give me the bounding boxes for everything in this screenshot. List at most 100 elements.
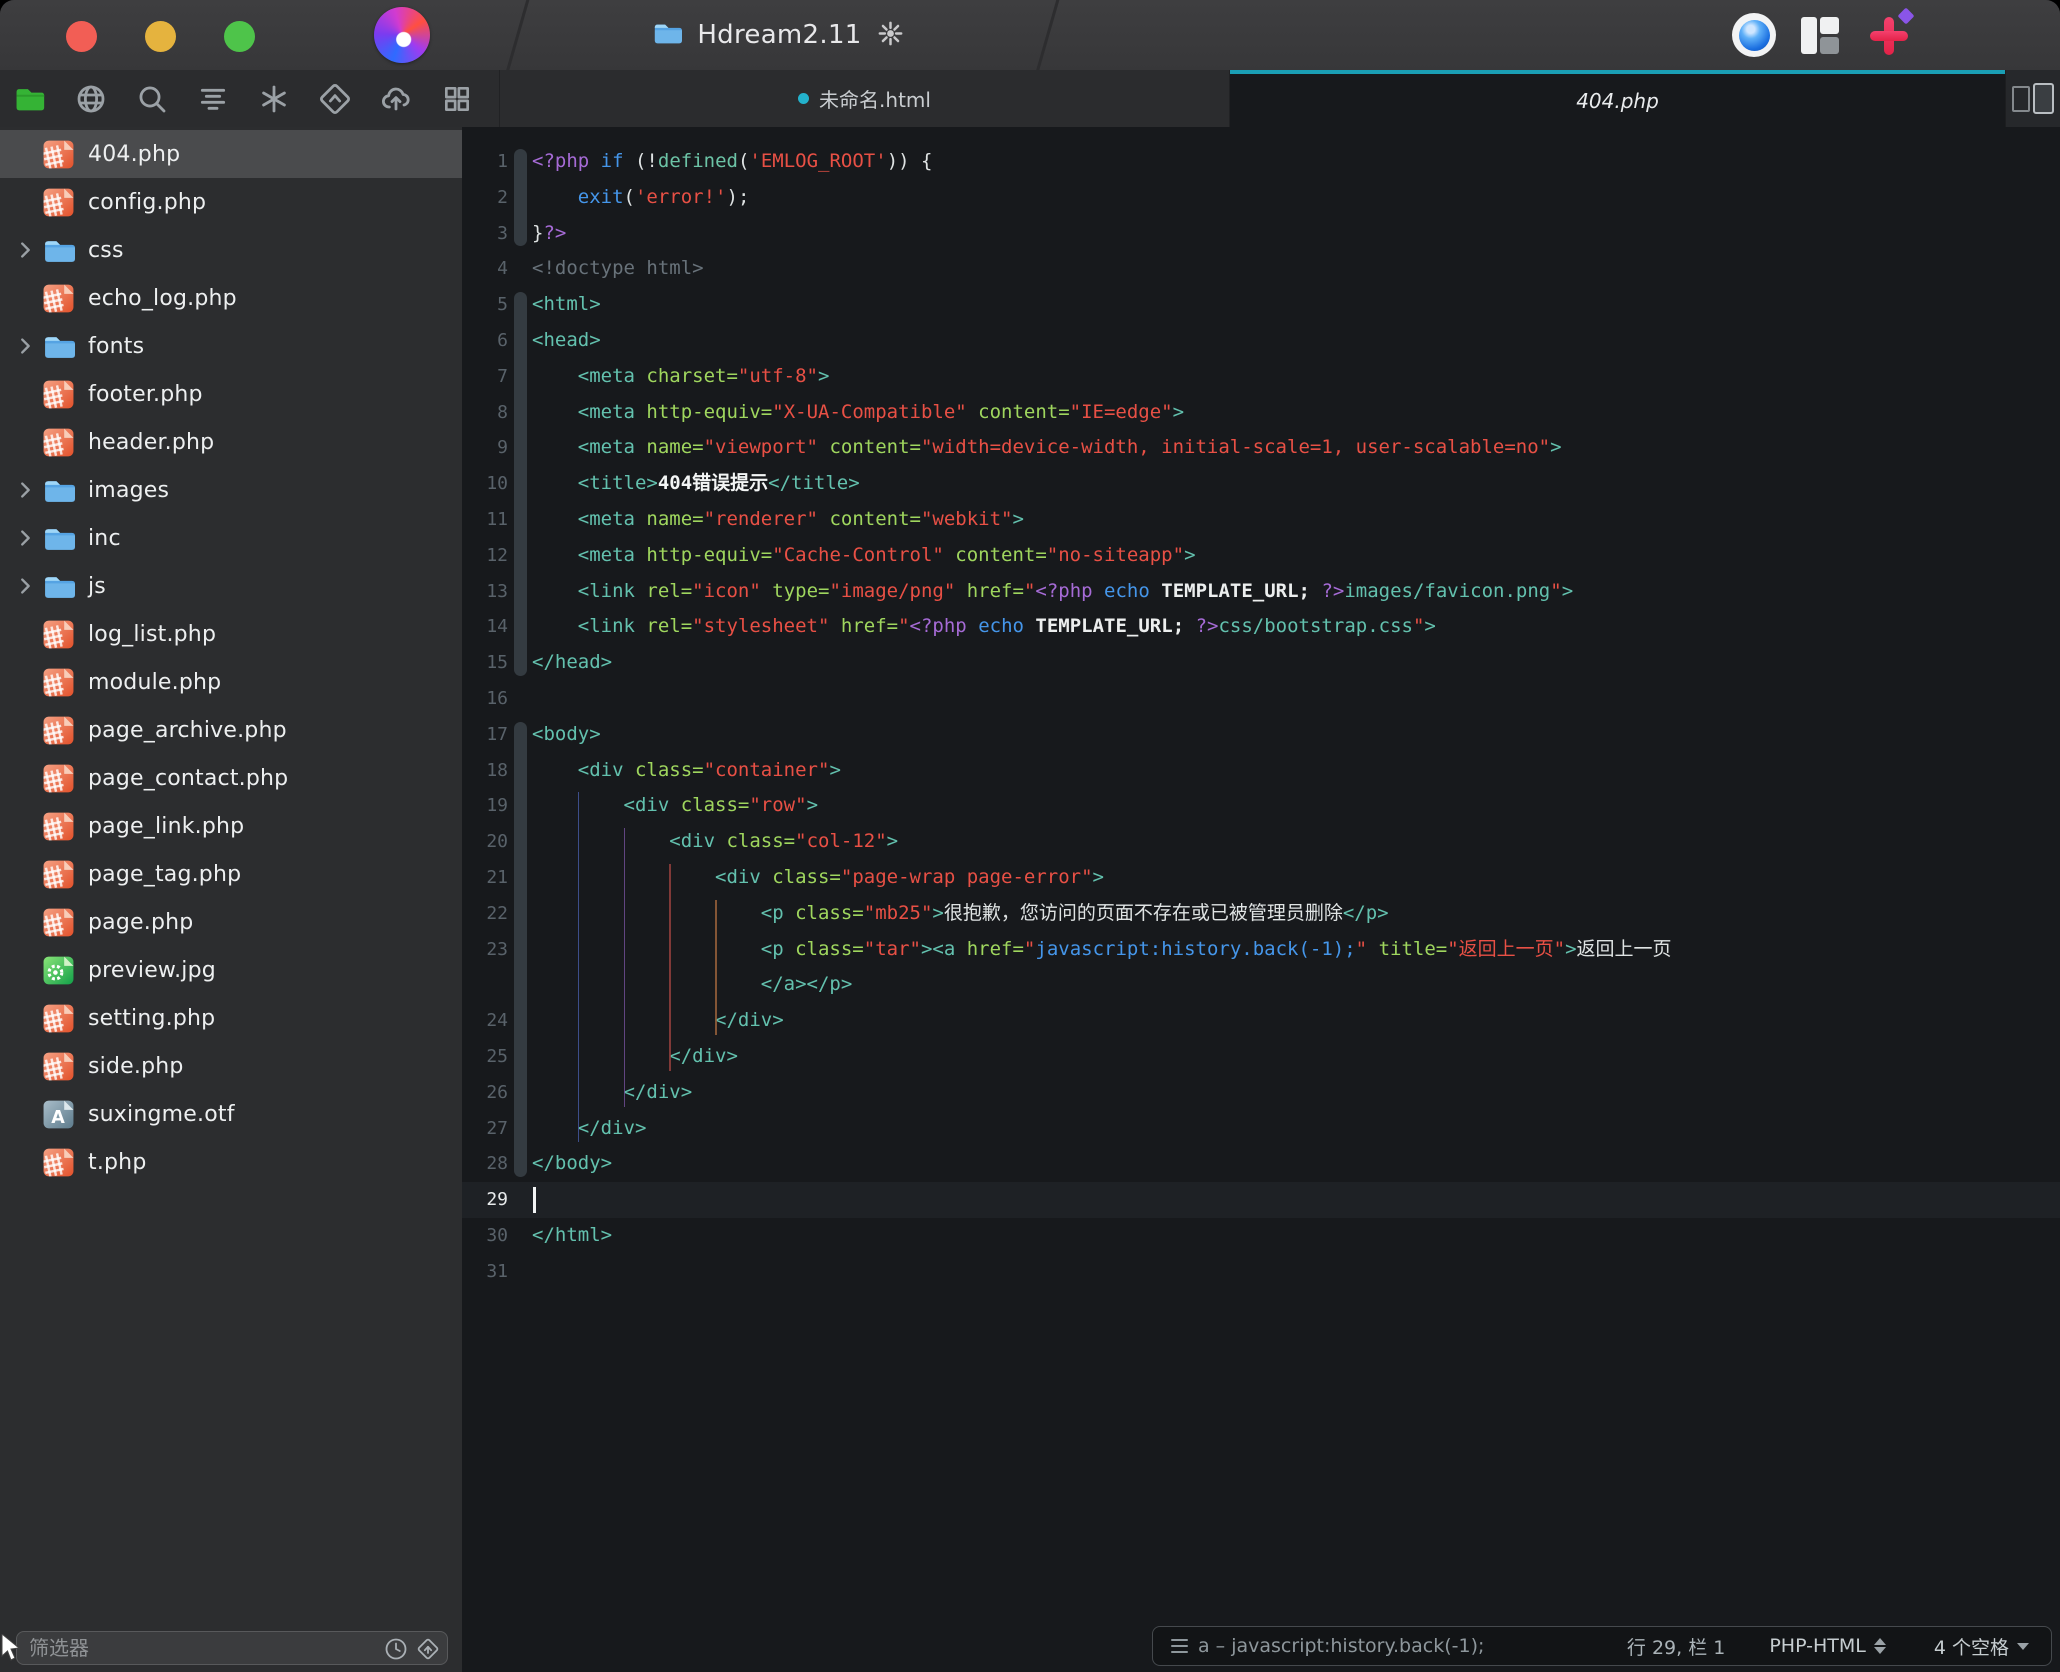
fold-region-handle[interactable]	[514, 292, 527, 676]
code-line-28[interactable]: 28 </body>	[462, 1146, 2060, 1182]
folder-item-inc[interactable]: inc	[0, 514, 462, 562]
code-line-11[interactable]: 11 <meta name="renderer" content="webkit…	[462, 502, 2060, 538]
project-settings-gear-icon[interactable]	[877, 20, 904, 51]
search-icon[interactable]	[135, 82, 169, 116]
code-line-6[interactable]: 6 <head>	[462, 323, 2060, 359]
code-line-7[interactable]: 7 <meta charset="utf-8">	[462, 359, 2060, 395]
chevron-right-icon[interactable]	[14, 335, 36, 357]
preview-eye-icon[interactable]	[1732, 13, 1776, 57]
code-line-17[interactable]: 17 <body>	[462, 717, 2060, 753]
code-line-15[interactable]: 15 </head>	[462, 645, 2060, 681]
code-line-27[interactable]: 27 </div>	[462, 1111, 2060, 1147]
folder-item-css[interactable]: css	[0, 226, 462, 274]
code-line-12[interactable]: 12 <meta http-equiv="Cache-Control" cont…	[462, 538, 2060, 574]
layout-panes-icon[interactable]	[1801, 16, 1843, 54]
code-line-16[interactable]: 16	[462, 681, 2060, 717]
file-item-preview-jpg[interactable]: preview.jpg	[0, 946, 462, 994]
file-item-page-tag-php[interactable]: page_tag.php	[0, 850, 462, 898]
line-number: 14	[486, 616, 508, 638]
file-item-echo-log-php[interactable]: echo_log.php	[0, 274, 462, 322]
php-file-icon	[42, 858, 75, 891]
text-lines-icon[interactable]	[196, 82, 230, 116]
file-item-config-php[interactable]: config.php	[0, 178, 462, 226]
file-item-t-php[interactable]: t.php	[0, 1138, 462, 1186]
code-line-4[interactable]: 4 <!doctype html>	[462, 251, 2060, 287]
recent-clock-icon[interactable]	[384, 1637, 408, 1665]
tab-404-php[interactable]: 404.php	[1230, 70, 2005, 127]
file-item-page-link-php[interactable]: page_link.php	[0, 802, 462, 850]
code-line-26[interactable]: 26 </div>	[462, 1075, 2060, 1111]
asterisk-icon[interactable]	[257, 82, 291, 116]
folder-item-js[interactable]: js	[0, 562, 462, 610]
line-number: 3	[497, 222, 508, 244]
code-line-8[interactable]: 8 <meta http-equiv="X-UA-Compatible" con…	[462, 395, 2060, 431]
code-editor[interactable]: 1 <?php if (!defined('EMLOG_ROOT')) {2 ex…	[462, 127, 2060, 1672]
file-item-side-php[interactable]: side.php	[0, 1042, 462, 1090]
code-line-30[interactable]: 30 </html>	[462, 1218, 2060, 1254]
code-line-9[interactable]: 9 <meta name="viewport" content="width=d…	[462, 430, 2060, 466]
code-line-5[interactable]: 5 <html>	[462, 287, 2060, 323]
sidebar-toolbar	[0, 70, 500, 127]
file-sidebar: 404.php config.php css echo_log.phpfonts foo…	[0, 127, 462, 1672]
minimize-button[interactable]	[145, 21, 176, 52]
code-line-13[interactable]: 13 <link rel="icon" type="image/png" hre…	[462, 574, 2060, 610]
file-item-footer-php[interactable]: footer.php	[0, 370, 462, 418]
code-line-31[interactable]: 31	[462, 1254, 2060, 1290]
context-menu-icon[interactable]	[1171, 1638, 1188, 1654]
code-line-25[interactable]: 25 </div>	[462, 1039, 2060, 1075]
code-line-18[interactable]: 18 <div class="container">	[462, 753, 2060, 789]
project-tab[interactable]: Hdream2.11	[528, 0, 1028, 70]
fold-region-handle[interactable]	[514, 721, 527, 1178]
add-plus-icon[interactable]	[1868, 7, 1915, 57]
indent-selector[interactable]: 4 个空格	[1934, 1633, 2029, 1660]
code-line-wrap[interactable]: </a></p>	[462, 967, 2060, 1003]
code-line-19[interactable]: 19 <div class="row">	[462, 788, 2060, 824]
folder-item-fonts[interactable]: fonts	[0, 322, 462, 370]
chevron-right-icon[interactable]	[14, 239, 36, 261]
code-line-2[interactable]: 2 exit('error!');	[462, 180, 2060, 216]
chevron-right-icon[interactable]	[14, 527, 36, 549]
code-line-1[interactable]: 1 <?php if (!defined('EMLOG_ROOT')) {	[462, 144, 2060, 180]
file-item-suxingme-otf[interactable]: Asuxingme.otf	[0, 1090, 462, 1138]
line-number: 2	[497, 186, 508, 208]
chevron-right-icon[interactable]	[14, 479, 36, 501]
files-folder-icon[interactable]	[13, 82, 47, 116]
code-line-10[interactable]: 10 <title>404错误提示</title>	[462, 466, 2060, 502]
file-item-setting-php[interactable]: setting.php	[0, 994, 462, 1042]
tab-untitled-html[interactable]: 未命名.html	[500, 70, 1230, 127]
code-line-24[interactable]: 24 </div>	[462, 1003, 2060, 1039]
line-number: 31	[486, 1260, 508, 1282]
file-item-page-php[interactable]: page.php	[0, 898, 462, 946]
language-mode-selector[interactable]: PHP-HTML	[1769, 1635, 1886, 1657]
code-line-21[interactable]: 21 <div class="page-wrap page-error">	[462, 860, 2060, 896]
file-item-header-php[interactable]: header.php	[0, 418, 462, 466]
close-button[interactable]	[66, 21, 97, 52]
code-line-22[interactable]: 22 <p class="mb25">很抱歉，您访问的页面不存在或已被管理员删除…	[462, 896, 2060, 932]
code-line-29[interactable]: 29	[462, 1182, 2060, 1218]
fold-region-handle[interactable]	[514, 149, 527, 247]
php-file-icon	[42, 138, 75, 171]
chevron-right-icon[interactable]	[14, 575, 36, 597]
split-view-icon	[2012, 83, 2054, 114]
split-view-toggle[interactable]	[2005, 70, 2060, 127]
line-number	[462, 967, 508, 1003]
code-line-14[interactable]: 14 <link rel="stylesheet" href="<?php ec…	[462, 609, 2060, 645]
globe-icon[interactable]	[74, 82, 108, 116]
project-title: Hdream2.11	[697, 20, 862, 50]
publish-diamond-icon[interactable]	[416, 1637, 440, 1665]
image-file-icon	[42, 954, 75, 987]
folder-item-images[interactable]: images	[0, 466, 462, 514]
zoom-button[interactable]	[224, 21, 255, 52]
code-line-20[interactable]: 20 <div class="col-12">	[462, 824, 2060, 860]
file-item-module-php[interactable]: module.php	[0, 658, 462, 706]
diamond-up-icon[interactable]	[318, 82, 352, 116]
code-line-3[interactable]: 3}?>	[462, 216, 2060, 252]
file-item-404-php[interactable]: 404.php	[0, 130, 462, 178]
grid-icon[interactable]	[440, 82, 474, 116]
code-line-23[interactable]: 23 <p class="tar"><a href="javascript:hi…	[462, 932, 2060, 968]
cloud-upload-icon[interactable]	[379, 82, 413, 116]
file-label: fonts	[88, 333, 145, 359]
file-item-page-archive-php[interactable]: page_archive.php	[0, 706, 462, 754]
file-item-log-list-php[interactable]: log_list.php	[0, 610, 462, 658]
file-item-page-contact-php[interactable]: page_contact.php	[0, 754, 462, 802]
